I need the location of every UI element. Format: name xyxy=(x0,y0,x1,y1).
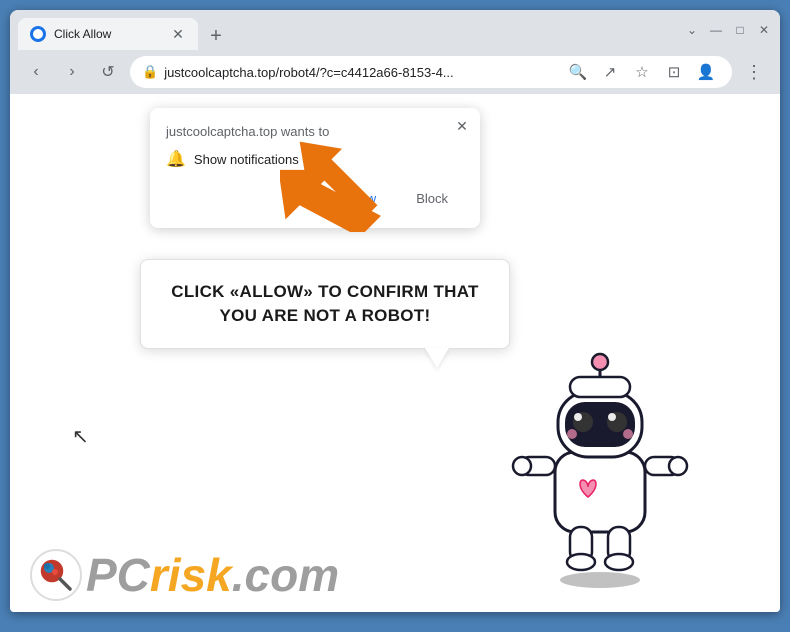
notification-close-button[interactable]: ✕ xyxy=(452,116,472,136)
pcrisk-logo-area: PCrisk.com xyxy=(30,548,339,602)
pcrisk-logo-icon xyxy=(30,549,82,601)
pc-text: PC xyxy=(86,549,150,601)
bell-icon: 🔔 xyxy=(166,149,186,169)
risk-text: risk xyxy=(150,549,232,601)
title-bar: Click Allow ✕ + ⌄ — □ ✕ xyxy=(10,10,780,50)
search-icon[interactable]: 🔍 xyxy=(564,58,592,86)
tab-close-button[interactable]: ✕ xyxy=(170,26,186,42)
pcrisk-brand-text: PCrisk.com xyxy=(86,548,339,602)
block-button[interactable]: Block xyxy=(400,185,464,212)
forward-button[interactable]: › xyxy=(58,58,86,86)
maximize-button[interactable]: □ xyxy=(732,22,748,38)
active-tab[interactable]: Click Allow ✕ xyxy=(18,18,198,50)
dotcom-text: .com xyxy=(232,549,339,601)
chevron-down-icon[interactable]: ⌄ xyxy=(684,22,700,38)
address-text: justcoolcaptcha.top/robot4/?c=c4412a66-8… xyxy=(164,65,558,80)
address-actions: 🔍 ↗ ☆ ⊡ 👤 xyxy=(564,58,720,86)
tab-favicon xyxy=(30,26,46,42)
magnifier-icon xyxy=(36,555,76,595)
profile-icon[interactable]: 👤 xyxy=(692,58,720,86)
minimize-button[interactable]: — xyxy=(708,22,724,38)
reload-button[interactable]: ↺ xyxy=(94,58,122,86)
arrow-indicator xyxy=(280,122,390,232)
bookmark-icon[interactable]: ☆ xyxy=(628,58,656,86)
sidebar-icon[interactable]: ⊡ xyxy=(660,58,688,86)
mouse-cursor: ↖ xyxy=(72,424,89,449)
address-bar-input[interactable]: 🔒 justcoolcaptcha.top/robot4/?c=c4412a66… xyxy=(130,56,732,88)
robot-svg xyxy=(500,312,700,592)
back-button[interactable]: ‹ xyxy=(22,58,50,86)
address-bar: ‹ › ↺ 🔒 justcoolcaptcha.top/robot4/?c=c4… xyxy=(10,50,780,94)
window-controls: ⌄ — □ ✕ xyxy=(684,22,772,38)
menu-button[interactable]: ⋮ xyxy=(740,58,768,86)
browser-window: Click Allow ✕ + ⌄ — □ ✕ ‹ › ↺ 🔒 justcool… xyxy=(10,10,780,612)
tab-area: Click Allow ✕ + xyxy=(18,10,684,50)
tab-title: Click Allow xyxy=(54,27,162,41)
speech-bubble: CLICK «ALLOW» TO CONFIRM THAT YOU ARE NO… xyxy=(140,259,510,349)
lock-icon: 🔒 xyxy=(142,64,158,80)
robot-illustration xyxy=(500,312,700,592)
page-content: ✕ justcoolcaptcha.top wants to 🔔 Show no… xyxy=(10,94,780,612)
arrow-svg xyxy=(280,122,390,232)
share-icon[interactable]: ↗ xyxy=(596,58,624,86)
new-tab-button[interactable]: + xyxy=(202,22,230,50)
close-button[interactable]: ✕ xyxy=(756,22,772,38)
bubble-text: CLICK «ALLOW» TO CONFIRM THAT YOU ARE NO… xyxy=(165,280,485,328)
